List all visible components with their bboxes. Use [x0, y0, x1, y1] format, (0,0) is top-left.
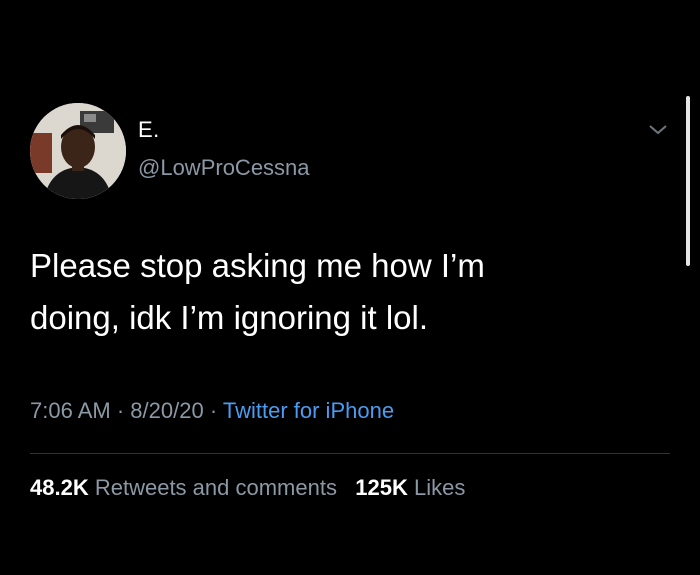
- avatar[interactable]: [30, 103, 126, 199]
- scrollbar[interactable]: [686, 96, 690, 266]
- display-name[interactable]: E.: [138, 117, 160, 143]
- likes-stat[interactable]: 125K Likes: [355, 475, 465, 500]
- divider: [30, 453, 670, 454]
- tweet-source-link[interactable]: Twitter for iPhone: [223, 398, 394, 423]
- retweets-count: 48.2K: [30, 475, 89, 500]
- user-handle[interactable]: @LowProCessna: [138, 155, 310, 181]
- retweets-label: Retweets and comments: [94, 475, 337, 500]
- meta-separator: ·: [209, 398, 218, 423]
- tweet-text: Please stop asking me how I’m doing, idk…: [30, 247, 485, 336]
- tweet-time: 7:06 AM: [30, 398, 111, 423]
- chevron-down-icon[interactable]: [647, 122, 669, 138]
- tweet-date: 8/20/20: [130, 398, 204, 423]
- meta-separator: ·: [116, 398, 125, 423]
- tweet-stats: 48.2K Retweets and comments 125K Likes: [30, 475, 465, 501]
- tweet: E. @LowProCessna Please stop asking me h…: [0, 0, 700, 575]
- retweets-stat[interactable]: 48.2K Retweets and comments: [30, 475, 337, 500]
- avatar-image: [30, 103, 126, 199]
- likes-label: Likes: [414, 475, 466, 500]
- tweet-meta: 7:06 AM · 8/20/20 · Twitter for iPhone: [30, 398, 394, 424]
- likes-count: 125K: [355, 475, 408, 500]
